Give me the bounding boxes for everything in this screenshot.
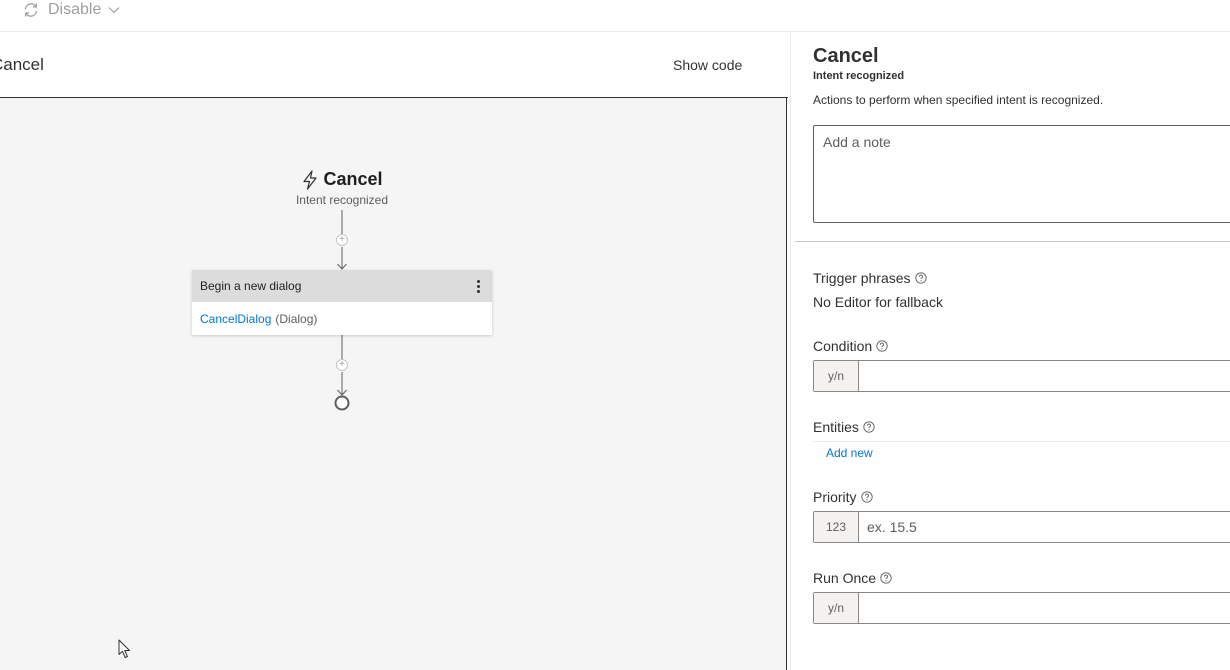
trigger-node[interactable]: Cancel (242, 169, 442, 190)
help-icon[interactable] (880, 572, 892, 584)
priority-label-text: Priority (813, 489, 857, 505)
priority-field: 123 (813, 511, 1230, 543)
disable-label: Disable (48, 1, 102, 18)
priority-input[interactable] (859, 512, 1230, 542)
more-options-icon[interactable] (470, 278, 486, 294)
top-toolbar: Disable (0, 0, 1230, 32)
priority-type-prefix: 123 (814, 512, 859, 542)
trigger-phrases-label-text: Trigger phrases (813, 270, 911, 286)
disable-button[interactable]: Disable (22, 0, 120, 20)
help-icon[interactable] (863, 421, 875, 433)
panel-divider (795, 241, 1230, 242)
add-new-entity-link[interactable]: Add new (826, 446, 873, 460)
editor-header: Cancel Show code (0, 32, 788, 98)
dialog-type-label: (Dialog) (275, 311, 318, 326)
add-action-plus-icon[interactable]: + (336, 234, 348, 246)
priority-label: Priority (813, 489, 873, 505)
trigger-phrases-value: No Editor for fallback (813, 294, 943, 310)
trigger-subtitle: Intent recognized (295, 193, 389, 207)
lightning-bolt-icon (303, 169, 318, 190)
flow-canvas[interactable]: Cancel Intent recognized + Begin a new d… (0, 98, 787, 670)
show-code-button[interactable]: Show code (673, 57, 742, 73)
help-icon[interactable] (914, 272, 927, 284)
run-once-label-text: Run Once (813, 570, 877, 586)
panel-subtitle: Intent recognized (813, 70, 905, 82)
help-icon[interactable] (860, 491, 873, 503)
cancel-dialog-link[interactable]: CancelDialog (200, 312, 271, 326)
mouse-cursor-icon (118, 639, 130, 658)
begin-dialog-action-card[interactable]: Begin a new dialog CancelDialog (Dialog) (192, 270, 492, 335)
entities-divider (813, 441, 1230, 442)
panel-description: Actions to perform when specified intent… (813, 93, 1104, 107)
help-icon[interactable] (876, 340, 888, 352)
entities-label-text: Entities (813, 419, 859, 435)
panel-title: Cancel (813, 45, 879, 67)
run-once-field: y/n (813, 592, 1230, 624)
condition-input[interactable] (859, 361, 1230, 391)
action-card-title: Begin a new dialog (200, 279, 302, 293)
run-once-input[interactable] (859, 593, 1230, 623)
end-node-icon (334, 395, 350, 411)
condition-label-text: Condition (813, 338, 873, 354)
sync-icon (24, 3, 38, 17)
trigger-phrases-label: Trigger phrases (813, 270, 927, 286)
run-once-type-prefix: y/n (814, 593, 859, 623)
condition-label: Condition (813, 338, 888, 354)
note-textarea[interactable] (813, 125, 1230, 223)
chevron-down-icon (108, 7, 120, 14)
entities-label: Entities (813, 419, 875, 435)
condition-type-prefix: y/n (814, 361, 859, 391)
dialog-editor: Cancel Show code Cancel Intent recognize… (0, 32, 788, 670)
run-once-label: Run Once (813, 570, 892, 586)
condition-field: y/n (813, 360, 1230, 392)
dialog-title: Cancel (0, 55, 44, 74)
action-card-header: Begin a new dialog (192, 270, 492, 302)
action-card-body: CancelDialog (Dialog) (192, 302, 492, 335)
trigger-title: Cancel (323, 169, 383, 189)
add-action-plus-icon[interactable]: + (336, 359, 348, 371)
properties-panel: Cancel Intent recognized Actions to perf… (790, 32, 1230, 670)
